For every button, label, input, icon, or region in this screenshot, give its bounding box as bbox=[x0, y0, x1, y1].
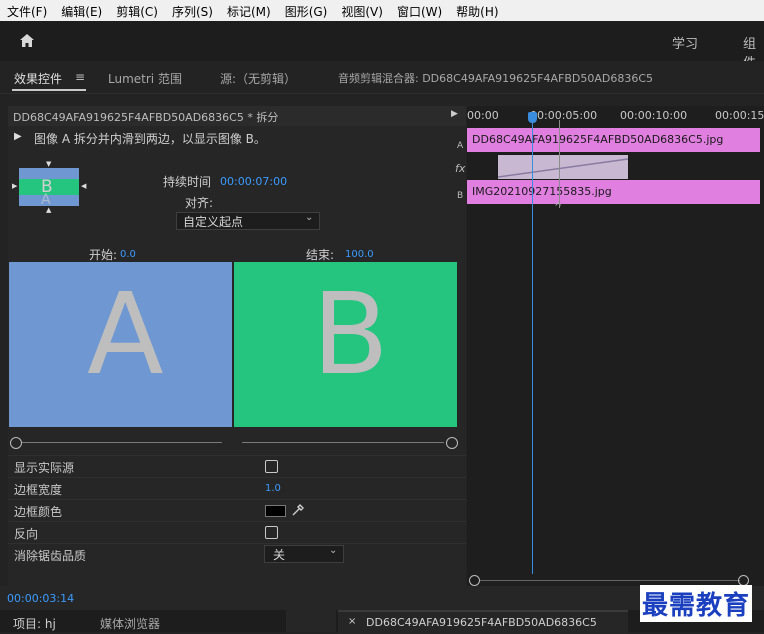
anti-aliasing-value: 关 bbox=[273, 548, 286, 562]
menu-bar: 文件(F) 编辑(E) 剪辑(C) 序列(S) 标记(M) 图形(G) 视图(V) 窗口(W)… bbox=[0, 0, 764, 21]
timeline-scrollbar-track[interactable] bbox=[480, 580, 740, 581]
reverse-checkbox[interactable] bbox=[265, 526, 278, 539]
preview-end-b: B bbox=[234, 262, 457, 427]
duration-label: 持续时间 bbox=[163, 175, 212, 189]
property-label: 消除锯齿品质 bbox=[14, 549, 87, 563]
transition-ramp bbox=[498, 158, 628, 178]
track-b-clip-name: IMG20210927155835.jpg bbox=[472, 185, 612, 198]
menu-file[interactable]: 文件(F) bbox=[0, 0, 54, 21]
active-tab-underline bbox=[12, 89, 86, 91]
chevron-down-icon: ⌄ bbox=[329, 545, 338, 556]
menu-help[interactable]: 帮助(H) bbox=[449, 0, 505, 21]
panel-menu-icon[interactable]: ≡ bbox=[75, 70, 85, 84]
property-label: 显示实际源 bbox=[14, 461, 75, 475]
edge-selector-right-icon[interactable]: ◀ bbox=[81, 182, 86, 190]
start-slider-handle[interactable] bbox=[10, 437, 22, 449]
duration-value[interactable]: 00:00:07:00 bbox=[220, 175, 287, 188]
home-icon[interactable] bbox=[18, 32, 36, 50]
show-actual-sources-checkbox[interactable] bbox=[265, 460, 278, 473]
property-row-reverse: 反向 bbox=[8, 521, 466, 544]
align-dropdown-value: 自定义起点 bbox=[183, 215, 244, 229]
menu-marker[interactable]: 标记(M) bbox=[220, 0, 278, 21]
transition-thumbnail[interactable]: B A bbox=[19, 168, 79, 208]
timeline-scroll-left-handle[interactable] bbox=[469, 575, 480, 586]
preview-start-a: A bbox=[9, 262, 232, 427]
property-row-border-color: 边框颜色 bbox=[8, 499, 466, 522]
play-preview-icon[interactable]: ▶ bbox=[14, 131, 22, 142]
effect-description: 图像 A 拆分并内滑到两边，以显示图像 B。 bbox=[34, 132, 266, 146]
effect-timeline: 00:00 00:00:05:00 00:00:10:00 00:00:15 D… bbox=[467, 106, 764, 586]
preview-letter-a: A bbox=[87, 270, 164, 400]
end-slider-handle[interactable] bbox=[446, 437, 458, 449]
tab-audio-clip-mixer[interactable]: 音频剪辑混合器: DD68C49AFA919625F4AFBD50AD6836C… bbox=[338, 70, 653, 86]
edge-selector-bottom-icon[interactable]: ▲ bbox=[46, 206, 51, 214]
menu-graphics[interactable]: 图形(G) bbox=[278, 0, 335, 21]
track-a-clip[interactable]: DD68C49AFA919625F4AFBD50AD6836C5.jpg bbox=[467, 128, 760, 152]
current-timecode[interactable]: 00:00:03:14 bbox=[7, 592, 74, 605]
playhead-handle[interactable] bbox=[528, 112, 537, 123]
ruler-tick-0: 00:00 bbox=[467, 109, 499, 122]
edge-selector-left-icon[interactable]: ▶ bbox=[12, 182, 17, 190]
end-value[interactable]: 100.0 bbox=[345, 249, 374, 260]
panel-tab-bar: 效果控件 ≡ Lumetri 范围 源:（无剪辑） 音频剪辑混合器: DD68C… bbox=[0, 61, 764, 94]
property-row-anti-aliasing: 消除锯齿品质 关 ⌄ bbox=[8, 543, 466, 566]
track-b-clip[interactable]: IMG20210927155835.jpg bbox=[467, 180, 760, 204]
tab-sequence[interactable]: DD68C49AFA919625F4AFBD50AD6836C5 bbox=[366, 616, 597, 629]
tab-source[interactable]: 源:（无剪辑） bbox=[220, 70, 296, 87]
edge-selector-top-icon[interactable]: ▼ bbox=[46, 160, 51, 168]
ruler-tick-10: 00:00:10:00 bbox=[620, 109, 688, 122]
header-bar: 学习 组件 bbox=[0, 21, 764, 71]
chevron-down-icon: ⌄ bbox=[305, 212, 314, 223]
eyedropper-icon[interactable] bbox=[291, 503, 305, 517]
clip-title-row: DD68C49AFA919625F4AFBD50AD6836C5 * 拆分 ▶ bbox=[8, 106, 466, 126]
sequence-tab-box[interactable]: × DD68C49AFA919625F4AFBD50AD6836C5 bbox=[338, 610, 628, 634]
fx-label: fx bbox=[455, 162, 466, 175]
close-icon[interactable]: × bbox=[348, 616, 356, 627]
property-row-border-width: 边框宽度 1.0 bbox=[8, 477, 466, 500]
end-slider-track[interactable] bbox=[242, 442, 444, 443]
align-dropdown[interactable]: 自定义起点 ⌄ bbox=[176, 212, 320, 230]
menu-edit[interactable]: 编辑(E) bbox=[54, 0, 109, 21]
align-label: 对齐: bbox=[185, 196, 214, 210]
start-label: 开始: bbox=[89, 248, 118, 262]
property-label: 边框宽度 bbox=[14, 483, 63, 497]
property-label: 边框颜色 bbox=[14, 505, 63, 519]
playhead-line[interactable] bbox=[532, 120, 533, 574]
anti-aliasing-dropdown[interactable]: 关 ⌄ bbox=[264, 545, 344, 563]
border-color-swatch[interactable] bbox=[265, 505, 286, 517]
menu-sequence[interactable]: 序列(S) bbox=[165, 0, 220, 21]
transition-end-line bbox=[559, 120, 560, 208]
tab-media-browser[interactable]: 媒体浏览器 bbox=[100, 615, 160, 632]
watermark-logo: 最需教育 bbox=[640, 585, 753, 622]
menu-view[interactable]: 视图(V) bbox=[334, 0, 390, 21]
play-triangle-icon[interactable]: ▶ bbox=[451, 109, 458, 119]
workspace-tab-learn[interactable]: 学习 bbox=[672, 33, 698, 52]
tab-lumetri-scopes[interactable]: Lumetri 范围 bbox=[108, 70, 182, 87]
border-width-value[interactable]: 1.0 bbox=[265, 483, 281, 494]
track-a-clip-name: DD68C49AFA919625F4AFBD50AD6836C5.jpg bbox=[472, 133, 724, 146]
property-row-show-actual-sources: 显示实际源 bbox=[8, 455, 466, 478]
menu-clip[interactable]: 剪辑(C) bbox=[109, 0, 165, 21]
property-label: 反向 bbox=[14, 527, 39, 541]
tab-effect-controls[interactable]: 效果控件 bbox=[14, 70, 62, 87]
preview-letter-b: B bbox=[312, 270, 389, 400]
start-value[interactable]: 0.0 bbox=[120, 249, 136, 260]
clip-title: DD68C49AFA919625F4AFBD50AD6836C5 * 拆分 bbox=[13, 111, 279, 124]
ruler-tick-15: 00:00:15 bbox=[715, 109, 764, 122]
track-b-label: B bbox=[457, 191, 464, 201]
ruler-tick-5: 00:00:05:00 bbox=[530, 109, 598, 122]
tab-project[interactable]: 项目: hj bbox=[13, 615, 56, 632]
bottom-divider-panel bbox=[286, 610, 336, 632]
track-a-label: A bbox=[457, 141, 464, 151]
start-slider-track[interactable] bbox=[22, 442, 222, 443]
transition-block[interactable] bbox=[497, 154, 629, 180]
end-label: 结束: bbox=[306, 248, 335, 262]
menu-window[interactable]: 窗口(W) bbox=[390, 0, 449, 21]
